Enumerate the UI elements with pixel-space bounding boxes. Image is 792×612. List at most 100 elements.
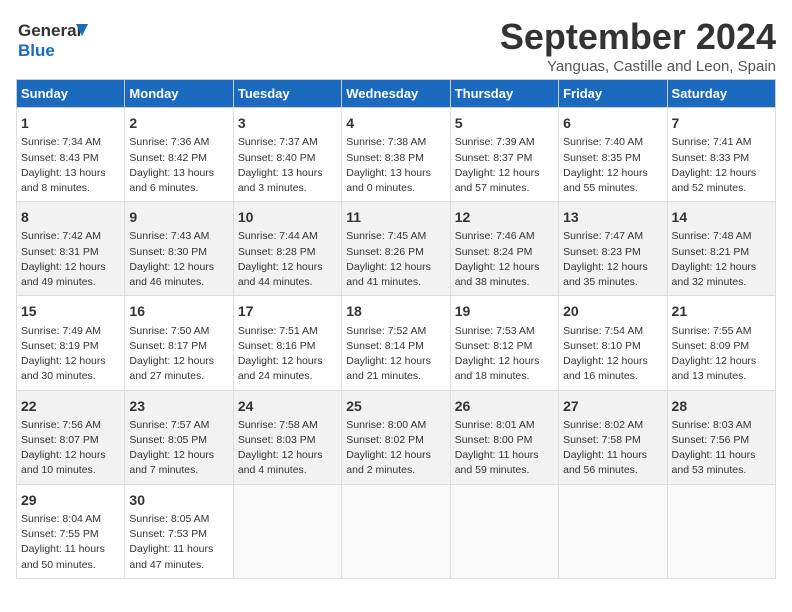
- day-cell: 8Sunrise: 7:42 AMSunset: 8:31 PMDaylight…: [17, 202, 125, 296]
- sunset: Sunset: 8:19 PM: [21, 340, 99, 352]
- header-cell-saturday: Saturday: [667, 80, 775, 108]
- day-number: 10: [238, 207, 337, 227]
- sunrise: Sunrise: 7:47 AM: [563, 230, 643, 242]
- day-cell: 14 Sunrise: 7:48 AM Sunset: 8:21 PM Dayligh…: [667, 202, 775, 296]
- daylight: Daylight: 12 hours and 49 minutes.: [21, 261, 106, 288]
- sunrise: Sunrise: 7:51 AM: [238, 325, 318, 337]
- day-cell: 26Sunrise: 8:01 AMSunset: 8:00 PMDayligh…: [450, 390, 558, 484]
- title-block: September 2024 Yanguas, Castille and Leo…: [500, 16, 776, 75]
- sunset: Sunset: 8:14 PM: [346, 340, 424, 352]
- sunrise: Sunrise: 7:46 AM: [455, 230, 535, 242]
- sunrise: Sunrise: 7:45 AM: [346, 230, 426, 242]
- daylight: Daylight: 11 hours and 50 minutes.: [21, 543, 105, 570]
- sunset: Sunset: 8:28 PM: [238, 246, 316, 258]
- day-cell: 30Sunrise: 8:05 AMSunset: 7:53 PMDayligh…: [125, 484, 233, 578]
- day-cell: 19Sunrise: 7:53 AMSunset: 8:12 PMDayligh…: [450, 296, 558, 390]
- sunrise: Sunrise: 8:00 AM: [346, 419, 426, 431]
- day-cell: [342, 484, 450, 578]
- header-cell-thursday: Thursday: [450, 80, 558, 108]
- daylight: Daylight: 11 hours and 47 minutes.: [129, 543, 213, 570]
- sunrise: Sunrise: 7:53 AM: [455, 325, 535, 337]
- day-cell: 22Sunrise: 7:56 AMSunset: 8:07 PMDayligh…: [17, 390, 125, 484]
- day-cell: 24Sunrise: 7:58 AMSunset: 8:03 PMDayligh…: [233, 390, 341, 484]
- day-cell: [450, 484, 558, 578]
- daylight: Daylight: 12 hours and 52 minutes.: [672, 167, 757, 194]
- day-cell: 3Sunrise: 7:37 AMSunset: 8:40 PMDaylight…: [233, 108, 341, 202]
- daylight: Daylight: 12 hours and 32 minutes.: [672, 261, 757, 288]
- daylight: Daylight: 12 hours and 27 minutes.: [129, 355, 214, 382]
- day-cell: [233, 484, 341, 578]
- daylight: Daylight: 12 hours and 30 minutes.: [21, 355, 106, 382]
- sunrise: Sunrise: 7:57 AM: [129, 419, 209, 431]
- sunset: Sunset: 8:35 PM: [563, 152, 641, 164]
- daylight: Daylight: 13 hours and 3 minutes.: [238, 167, 323, 194]
- day-number: 23: [129, 396, 228, 416]
- sunset: Sunset: 8:05 PM: [129, 434, 207, 446]
- daylight: Daylight: 11 hours and 59 minutes.: [455, 449, 539, 476]
- week-row-2: 8Sunrise: 7:42 AMSunset: 8:31 PMDaylight…: [17, 202, 776, 296]
- day-cell: 27Sunrise: 8:02 AMSunset: 7:58 PMDayligh…: [559, 390, 667, 484]
- daylight: Daylight: 12 hours and 16 minutes.: [563, 355, 648, 382]
- day-number: 4: [346, 113, 445, 133]
- daylight: Daylight: 12 hours and 41 minutes.: [346, 261, 431, 288]
- day-cell: 15Sunrise: 7:49 AMSunset: 8:19 PMDayligh…: [17, 296, 125, 390]
- day-cell: 11Sunrise: 7:45 AMSunset: 8:26 PMDayligh…: [342, 202, 450, 296]
- sunrise: Sunrise: 7:49 AM: [21, 325, 101, 337]
- sunset: Sunset: 8:43 PM: [21, 152, 99, 164]
- sunset: Sunset: 8:24 PM: [455, 246, 533, 258]
- sunset: Sunset: 8:21 PM: [672, 246, 750, 258]
- sunset: Sunset: 8:38 PM: [346, 152, 424, 164]
- page-title: September 2024: [500, 16, 776, 58]
- week-row-3: 15Sunrise: 7:49 AMSunset: 8:19 PMDayligh…: [17, 296, 776, 390]
- sunset: Sunset: 8:23 PM: [563, 246, 641, 258]
- day-cell: 10Sunrise: 7:44 AMSunset: 8:28 PMDayligh…: [233, 202, 341, 296]
- sunset: Sunset: 8:31 PM: [21, 246, 99, 258]
- header-row: SundayMondayTuesdayWednesdayThursdayFrid…: [17, 80, 776, 108]
- page-header: GeneralBlue September 2024 Yanguas, Cast…: [16, 16, 776, 75]
- sunset: Sunset: 7:58 PM: [563, 434, 641, 446]
- sunrise: Sunrise: 7:39 AM: [455, 136, 535, 148]
- daylight: Daylight: 12 hours and 35 minutes.: [563, 261, 648, 288]
- header-cell-friday: Friday: [559, 80, 667, 108]
- day-cell: 29Sunrise: 8:04 AMSunset: 7:55 PMDayligh…: [17, 484, 125, 578]
- day-cell: 12Sunrise: 7:46 AMSunset: 8:24 PMDayligh…: [450, 202, 558, 296]
- daylight: Daylight: 12 hours and 2 minutes.: [346, 449, 431, 476]
- daylight: Daylight: 12 hours and 24 minutes.: [238, 355, 323, 382]
- sunrise: Sunrise: 7:41 AM: [672, 136, 752, 148]
- day-number: 22: [21, 396, 120, 416]
- day-number: 30: [129, 490, 228, 510]
- sunset: Sunset: 8:12 PM: [455, 340, 533, 352]
- sunset: Sunset: 7:56 PM: [672, 434, 750, 446]
- daylight: Daylight: 11 hours and 56 minutes.: [563, 449, 647, 476]
- sunrise: Sunrise: 7:54 AM: [563, 325, 643, 337]
- day-number: 14: [672, 207, 771, 227]
- sunrise: Sunrise: 8:01 AM: [455, 419, 535, 431]
- day-cell: [559, 484, 667, 578]
- svg-text:Blue: Blue: [18, 41, 55, 60]
- sunset: Sunset: 8:09 PM: [672, 340, 750, 352]
- day-number: 21: [672, 301, 771, 321]
- sunset: Sunset: 8:37 PM: [455, 152, 533, 164]
- header-cell-monday: Monday: [125, 80, 233, 108]
- day-number: 9: [129, 207, 228, 227]
- sunset: Sunset: 7:55 PM: [21, 528, 99, 540]
- day-number: 25: [346, 396, 445, 416]
- sunrise: Sunrise: 7:34 AM: [21, 136, 101, 148]
- day-number: 8: [21, 207, 120, 227]
- sunrise: Sunrise: 7:52 AM: [346, 325, 426, 337]
- daylight: Daylight: 13 hours and 0 minutes.: [346, 167, 431, 194]
- sunrise: Sunrise: 7:56 AM: [21, 419, 101, 431]
- daylight: Daylight: 12 hours and 46 minutes.: [129, 261, 214, 288]
- day-number: 28: [672, 396, 771, 416]
- sunrise: Sunrise: 7:48 AM: [672, 230, 752, 242]
- header-cell-wednesday: Wednesday: [342, 80, 450, 108]
- day-cell: 25Sunrise: 8:00 AMSunset: 8:02 PMDayligh…: [342, 390, 450, 484]
- sunset: Sunset: 8:10 PM: [563, 340, 641, 352]
- day-number: 16: [129, 301, 228, 321]
- day-number: 24: [238, 396, 337, 416]
- header-cell-tuesday: Tuesday: [233, 80, 341, 108]
- sunset: Sunset: 8:03 PM: [238, 434, 316, 446]
- sunrise: Sunrise: 7:50 AM: [129, 325, 209, 337]
- sunset: Sunset: 8:33 PM: [672, 152, 750, 164]
- day-number: 3: [238, 113, 337, 133]
